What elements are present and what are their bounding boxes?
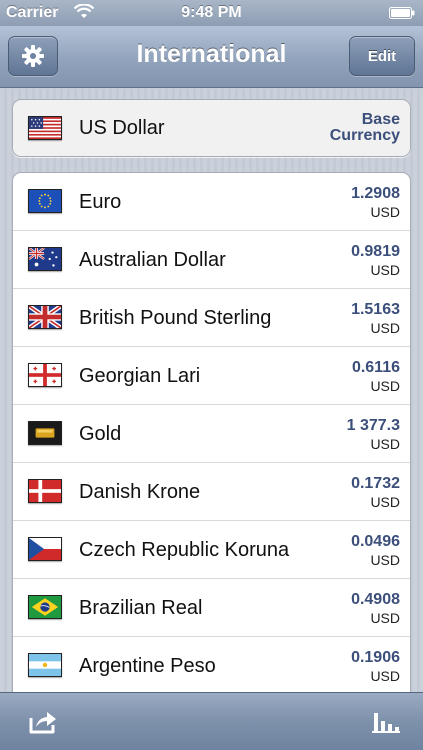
base-currency-name: US Dollar [79, 117, 165, 139]
ge-flag-icon [28, 363, 62, 387]
share-icon[interactable] [28, 709, 58, 735]
clock: 9:48 PM [181, 4, 242, 21]
gold-bar-icon [28, 421, 62, 445]
currency-rate: 0.9819 [351, 243, 400, 260]
eu-flag-icon [28, 189, 62, 213]
edit-button[interactable]: Edit [349, 36, 415, 76]
content-area: US Dollar Base Currency Euro 1.2908 USD [0, 89, 423, 692]
currency-name: Argentine Peso [79, 655, 216, 677]
currency-unit: USD [370, 204, 400, 220]
currency-name: Euro [79, 191, 122, 213]
currency-row-australian-dollar[interactable]: Australian Dollar 0.9819 USD [13, 231, 410, 289]
currency-unit: USD [370, 668, 400, 684]
dk-flag-icon [28, 479, 62, 503]
base-label-line1: Base [361, 111, 400, 128]
base-currency-label: Base Currency [330, 112, 400, 144]
currency-row-brazilian-real[interactable]: Brazilian Real 0.4908 USD [13, 579, 410, 637]
currency-row-euro[interactable]: Euro 1.2908 USD [13, 173, 410, 231]
currency-rate: 0.4908 [351, 591, 400, 608]
currency-rate: 1.5163 [351, 301, 400, 318]
currency-unit: USD [370, 552, 400, 568]
base-currency-row[interactable]: US Dollar Base Currency [12, 99, 411, 157]
status-bar: Carrier 9:48 PM [0, 0, 423, 26]
currency-unit: USD [370, 378, 400, 394]
currency-name: Australian Dollar [79, 249, 226, 271]
currency-row-danish-krone[interactable]: Danish Krone 0.1732 USD [13, 463, 410, 521]
currency-unit: USD [370, 262, 400, 278]
currency-rate: 1 377.3 [346, 417, 400, 434]
currency-rate: 0.1732 [351, 475, 400, 492]
currency-row-czech-koruna[interactable]: Czech Republic Koruna 0.0496 USD [13, 521, 410, 579]
currency-rate: 0.0496 [351, 533, 400, 550]
currency-unit: USD [370, 436, 400, 452]
base-label-line2: Currency [329, 127, 400, 144]
au-flag-icon [28, 247, 62, 271]
currency-row-gold[interactable]: Gold 1 377.3 USD [13, 405, 410, 463]
currency-name: Georgian Lari [79, 365, 201, 387]
currency-name: British Pound Sterling [79, 307, 272, 329]
gb-flag-icon [28, 305, 62, 329]
cz-flag-icon [28, 537, 62, 561]
br-flag-icon [28, 595, 62, 619]
currency-name: Danish Krone [79, 481, 201, 503]
currency-row-argentine-peso[interactable]: Argentine Peso 0.1906 USD [13, 637, 410, 692]
currency-unit: USD [370, 320, 400, 336]
currency-rate: 0.1906 [351, 649, 400, 666]
us-flag-icon [28, 116, 62, 140]
currency-name: Gold [79, 423, 122, 445]
currency-rate: 0.6116 [351, 359, 400, 376]
currency-row-british-pound[interactable]: British Pound Sterling 1.5163 USD [13, 289, 410, 347]
currency-rate: 1.2908 [351, 185, 400, 202]
currency-list: Euro 1.2908 USD Australian Dollar 0.9819… [12, 172, 411, 692]
chart-icon[interactable] [371, 709, 401, 735]
currency-row-georgian-lari[interactable]: Georgian Lari 0.6116 USD [13, 347, 410, 405]
nav-bar: International Edit [0, 26, 423, 88]
currency-unit: USD [370, 610, 400, 626]
currency-name: Brazilian Real [79, 597, 203, 619]
currency-unit: USD [370, 494, 400, 510]
battery-icon [389, 7, 415, 19]
ar-flag-icon [28, 653, 62, 677]
bottom-toolbar [0, 692, 423, 750]
currency-name: Czech Republic Koruna [79, 539, 290, 561]
